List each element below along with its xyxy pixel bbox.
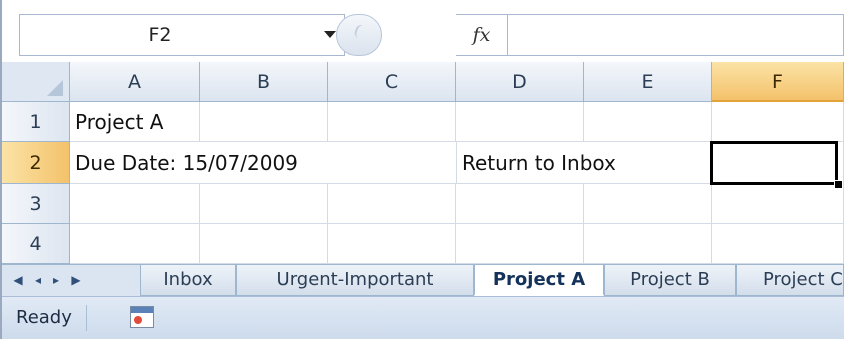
cell-b4[interactable] xyxy=(200,224,328,264)
row-header-1[interactable]: 1 xyxy=(2,102,70,142)
column-header-f[interactable]: F xyxy=(712,62,844,102)
cell-b3[interactable] xyxy=(200,184,328,224)
cell-d1[interactable] xyxy=(456,102,584,142)
formula-cancel-button[interactable] xyxy=(336,14,382,56)
column-header-c[interactable]: C xyxy=(328,62,456,102)
row-header-3[interactable]: 3 xyxy=(2,184,70,224)
last-sheet-icon[interactable]: ▶ xyxy=(68,272,84,288)
cell-c3[interactable] xyxy=(328,184,456,224)
cell-e3[interactable] xyxy=(584,184,712,224)
sheet-tab-label: Project C xyxy=(763,269,843,290)
sheet-tab-urgent-important[interactable]: Urgent-Important xyxy=(236,265,474,296)
column-header-b[interactable]: B xyxy=(200,62,328,102)
sheet-tab-label: Project B xyxy=(630,269,710,290)
name-box-value: F2 xyxy=(148,24,172,46)
name-box[interactable]: F2 xyxy=(19,14,345,56)
first-sheet-icon[interactable]: ◀ xyxy=(10,272,26,288)
cell-a3[interactable] xyxy=(70,184,200,224)
select-all-icon xyxy=(47,80,63,96)
cell-a1[interactable]: Project A xyxy=(70,102,200,142)
column-header-a[interactable]: A xyxy=(70,62,200,102)
worksheet-grid: A B C D E F 1 2 3 4 Project A Due Date: … xyxy=(2,62,844,264)
cell-d3[interactable] xyxy=(456,184,584,224)
cell-c1[interactable] xyxy=(328,102,456,142)
row-header-2[interactable]: 2 xyxy=(2,142,70,184)
fx-icon: fx xyxy=(472,24,491,46)
cell-f1[interactable] xyxy=(712,102,844,142)
sheet-tab-project-c[interactable]: Project C xyxy=(736,265,844,296)
chevron-down-icon[interactable] xyxy=(324,31,336,38)
macro-icon-bar xyxy=(131,307,153,313)
select-all-button[interactable] xyxy=(2,62,70,102)
cell-e4[interactable] xyxy=(584,224,712,264)
cell-c4[interactable] xyxy=(328,224,456,264)
excel-window: F2 fx A B C D E F 1 2 3 4 Project A Due … xyxy=(0,0,844,339)
cell-f3[interactable] xyxy=(712,184,844,224)
formula-bar: F2 fx xyxy=(2,0,844,63)
cancel-icon xyxy=(352,23,370,41)
sheet-tab-project-a[interactable]: Project A xyxy=(474,265,604,296)
status-bar: Ready xyxy=(2,296,844,339)
formula-input[interactable] xyxy=(508,14,844,56)
sheet-tab-label: Urgent-Important xyxy=(276,269,434,290)
status-text: Ready xyxy=(16,305,87,331)
cell-d2[interactable]: Return to Inbox xyxy=(456,142,712,184)
next-sheet-icon[interactable]: ▸ xyxy=(48,272,64,288)
cell-d4[interactable] xyxy=(456,224,584,264)
cell-f4[interactable] xyxy=(712,224,844,264)
sheet-tab-inbox[interactable]: Inbox xyxy=(140,265,236,296)
column-header-e[interactable]: E xyxy=(584,62,712,102)
sheet-tab-label: Project A xyxy=(492,269,586,290)
sheet-tab-bar: ◀ ◂ ▸ ▶ Inbox Urgent-Important Project A… xyxy=(2,264,844,296)
cell-b1[interactable] xyxy=(200,102,328,142)
fill-handle[interactable] xyxy=(834,180,843,189)
sheet-tab-project-b[interactable]: Project B xyxy=(604,265,736,296)
record-macro-icon[interactable] xyxy=(130,306,154,328)
prev-sheet-icon[interactable]: ◂ xyxy=(30,272,46,288)
sheet-tab-label: Inbox xyxy=(163,269,213,290)
active-cell-border[interactable] xyxy=(710,141,838,185)
column-header-d[interactable]: D xyxy=(456,62,584,102)
macro-icon-dot xyxy=(134,316,142,324)
insert-function-button[interactable]: fx xyxy=(456,14,508,56)
cell-a2[interactable]: Due Date: 15/07/2009 xyxy=(70,142,456,184)
cell-e1[interactable] xyxy=(584,102,712,142)
cell-a4[interactable] xyxy=(70,224,200,264)
row-header-4[interactable]: 4 xyxy=(2,224,70,264)
